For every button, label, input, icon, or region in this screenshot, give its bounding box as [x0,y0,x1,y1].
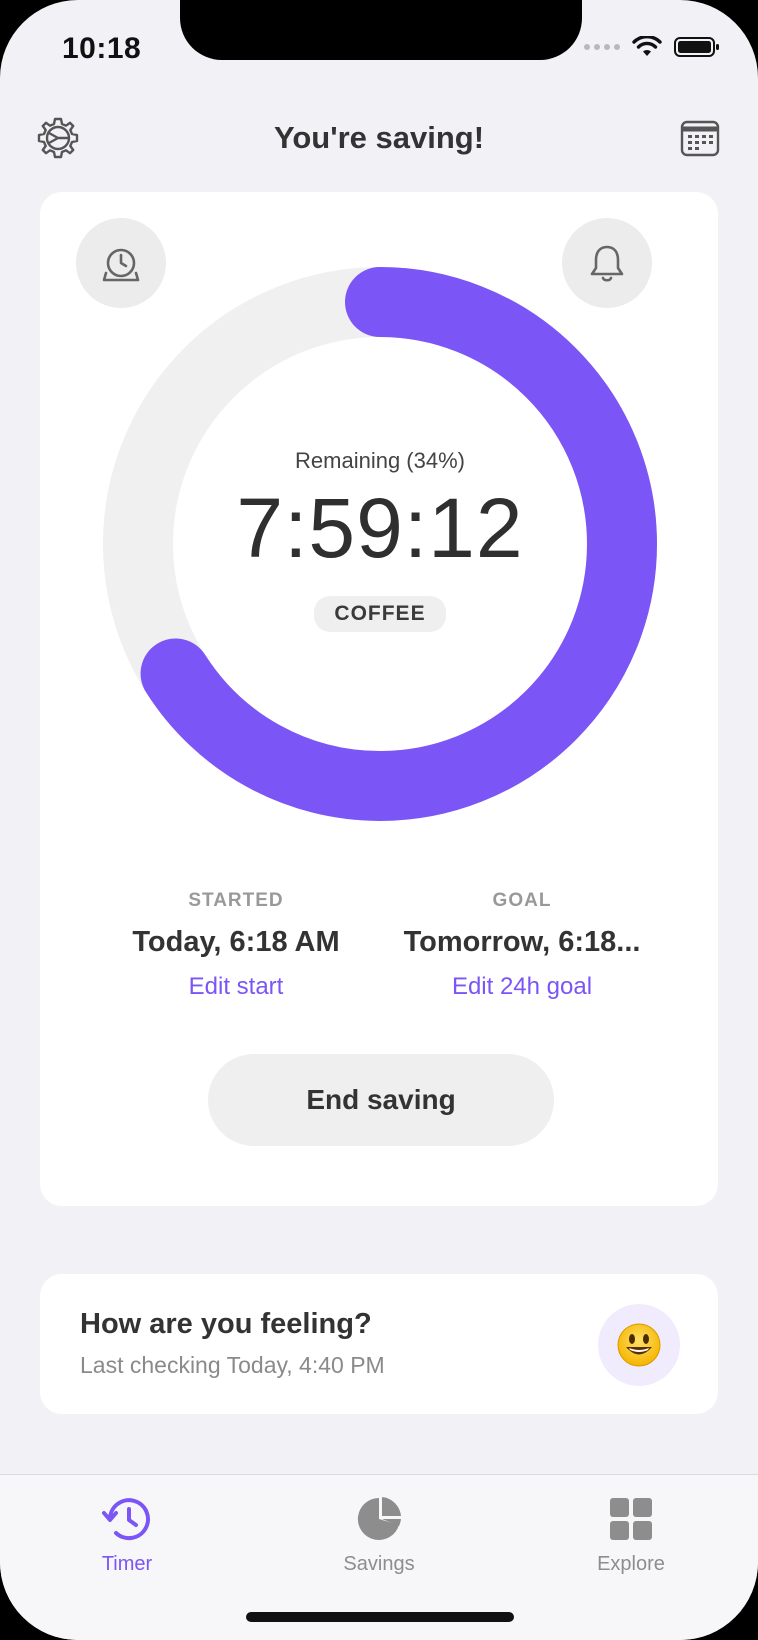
tab-explore[interactable]: Explore [551,1493,711,1576]
status-icons [584,36,720,58]
goal-info: GOAL Tomorrow, 6:18... Edit 24h goal [372,890,672,1001]
tab-explore-label: Explore [597,1553,665,1575]
smiley-face-icon [617,1323,661,1367]
goal-label: GOAL [492,890,552,911]
mood-button[interactable] [598,1304,680,1386]
alarm-clock-icon [102,248,140,282]
timer-history-icon [102,1498,150,1541]
notification-button[interactable] [562,218,652,308]
feeling-subtitle: Last checking Today, 4:40 PM [80,1352,385,1378]
remaining-label: Remaining (34%) [295,448,465,473]
feeling-card[interactable]: How are you feeling? Last checking Today… [40,1274,718,1414]
app-screen: 10:18 You're saving! Remaining (34%) 7:5… [0,0,758,1640]
alarm-button[interactable] [76,218,166,308]
home-indicator[interactable] [246,1612,514,1622]
grid-icon [610,1498,652,1540]
tab-timer[interactable]: Timer [47,1493,207,1576]
timer-value: 7:59:12 [236,481,524,575]
end-saving-button[interactable]: End saving [208,1054,554,1146]
bell-icon [590,245,624,282]
page-title: You're saving! [273,120,485,155]
pie-chart-icon [357,1497,401,1540]
wifi-icon [632,36,662,56]
category-chip[interactable]: COFFEE [314,596,446,632]
ring-center: Remaining (34%) 7:59:12 COFFEE [90,254,670,834]
tab-savings[interactable]: Savings [299,1493,459,1576]
goal-value: Tomorrow, 6:18... [403,926,641,958]
calendar-button[interactable] [674,112,726,164]
started-info: STARTED Today, 6:18 AM Edit start [86,890,386,1001]
calendar-icon [680,120,720,157]
edit-start-link[interactable]: Edit start [86,973,386,1001]
edit-goal-link[interactable]: Edit 24h goal [372,973,672,1001]
battery-icon [674,37,719,57]
cellular-signal-icon [584,44,620,50]
started-label: STARTED [188,890,284,911]
header: You're saving! [0,108,758,168]
tab-timer-label: Timer [101,1553,153,1575]
progress-ring: Remaining (34%) 7:59:12 COFFEE [90,254,670,834]
timer-card: Remaining (34%) 7:59:12 COFFEE STARTED T… [40,192,718,1206]
started-value: Today, 6:18 AM [132,926,340,958]
feeling-title: How are you feeling? [80,1308,372,1340]
status-time: 10:18 [62,32,142,65]
tab-savings-label: Savings [343,1553,415,1575]
device-notch [180,0,582,60]
